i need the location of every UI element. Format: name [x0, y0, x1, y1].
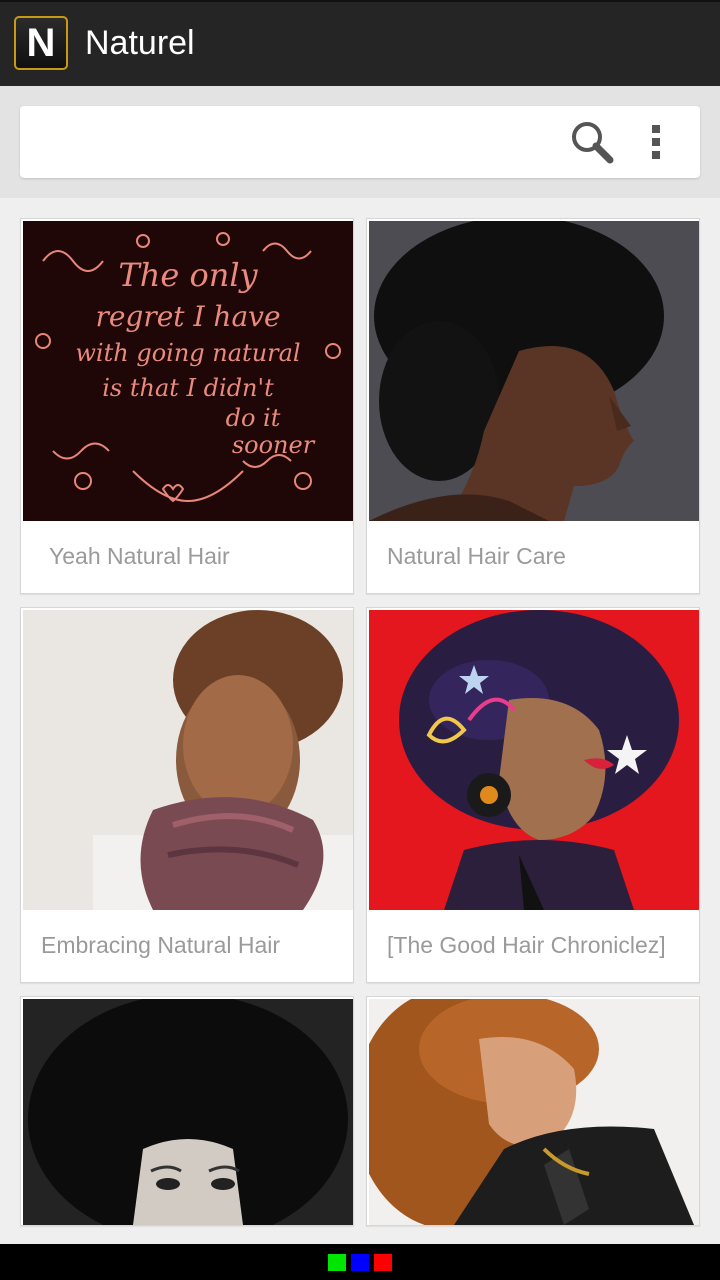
grid-card[interactable]: Embracing Natural Hair: [20, 607, 354, 983]
app-logo-icon[interactable]: N: [14, 16, 68, 70]
system-bar: [0, 1244, 720, 1280]
search-bar[interactable]: [20, 106, 700, 178]
grid-card[interactable]: Natural Hair Care: [366, 218, 700, 594]
card-label: [The Good Hair Chroniclez]: [387, 932, 666, 958]
green-indicator: [328, 1254, 346, 1271]
card-image-red-curls: [369, 999, 699, 1225]
quote-line-4: is that I didn't: [102, 374, 274, 402]
red-indicator: [374, 1254, 392, 1271]
quote-line-1: The only: [118, 256, 258, 294]
app-logo-letter: N: [26, 21, 56, 65]
card-image-profile: [369, 221, 699, 521]
card-image-afro-bw: [23, 999, 353, 1225]
blue-indicator: [351, 1254, 369, 1271]
app-title: Naturel: [85, 23, 195, 62]
card-image-illustration: [369, 610, 699, 910]
grid-card[interactable]: [20, 996, 354, 1226]
quote-line-3: with going natural: [75, 339, 300, 367]
search-area: [0, 86, 720, 198]
search-icon[interactable]: [568, 118, 616, 166]
card-image-quote: The only regret I have with going natura…: [23, 221, 353, 521]
quote-line-2: regret I have: [95, 300, 280, 333]
quote-line-6: sooner: [232, 431, 316, 459]
grid-card[interactable]: The only regret I have with going natura…: [20, 218, 354, 594]
card-label: Embracing Natural Hair: [41, 932, 281, 958]
card-label: Natural Hair Care: [387, 543, 566, 569]
card-label: Yeah Natural Hair: [49, 543, 230, 569]
quote-line-5: do it: [226, 404, 281, 432]
app-bar: N Naturel: [0, 0, 720, 86]
card-image-portrait: [23, 610, 353, 910]
overflow-menu-icon[interactable]: [642, 120, 670, 164]
grid-card[interactable]: [The Good Hair Chroniclez]: [366, 607, 700, 983]
grid-card[interactable]: [366, 996, 700, 1226]
